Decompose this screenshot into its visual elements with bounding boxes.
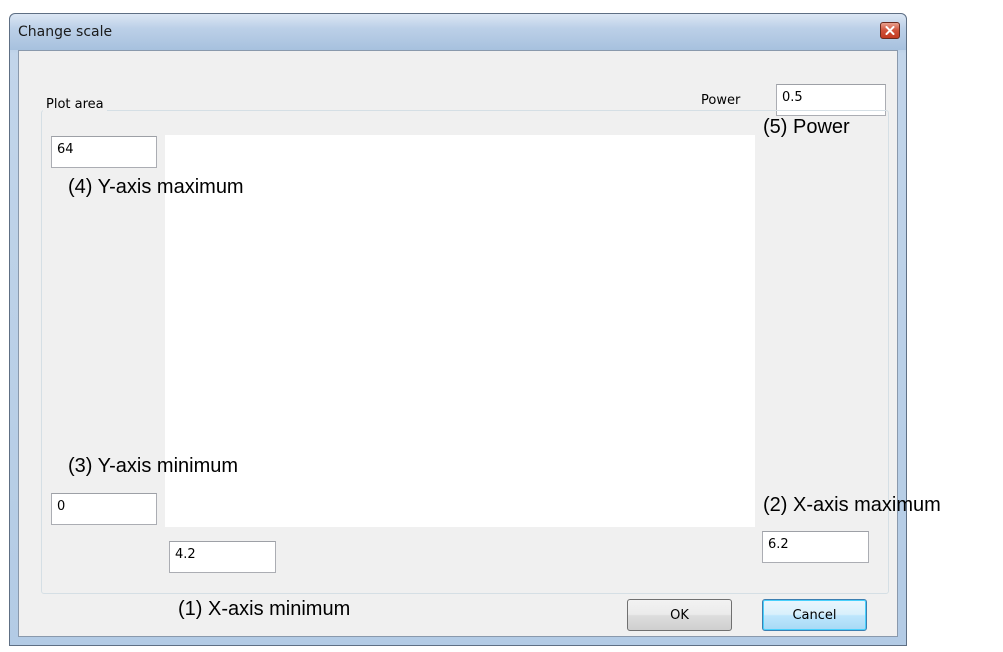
annotation-x-max: (2) X-axis maximum [763, 494, 941, 516]
y-max-input[interactable]: 64 [51, 136, 157, 168]
cancel-button[interactable]: Cancel [762, 599, 867, 631]
annotation-y-max: (4) Y-axis maximum [68, 176, 244, 198]
close-button[interactable] [880, 22, 900, 39]
title-bar[interactable]: Change scale [10, 14, 906, 50]
dialog-client-area: Power 0.5 Plot area 64 0 4.2 6.2 OK Canc… [18, 50, 898, 637]
annotation-x-min: (1) X-axis minimum [178, 598, 351, 620]
x-max-input[interactable]: 6.2 [762, 531, 869, 563]
ok-button[interactable]: OK [627, 599, 732, 631]
plot-area-canvas [165, 135, 755, 527]
annotation-y-min: (3) Y-axis minimum [68, 455, 239, 477]
y-min-input[interactable]: 0 [51, 493, 157, 525]
x-min-input[interactable]: 4.2 [169, 541, 276, 573]
plot-area-group-label: Plot area [43, 97, 107, 112]
annotation-power: (5) Power [763, 116, 850, 138]
window-title: Change scale [18, 24, 113, 40]
change-scale-dialog: Change scale Power 0.5 Plot area 64 0 4.… [9, 13, 907, 646]
power-label: Power [701, 93, 741, 108]
close-icon [885, 26, 895, 35]
